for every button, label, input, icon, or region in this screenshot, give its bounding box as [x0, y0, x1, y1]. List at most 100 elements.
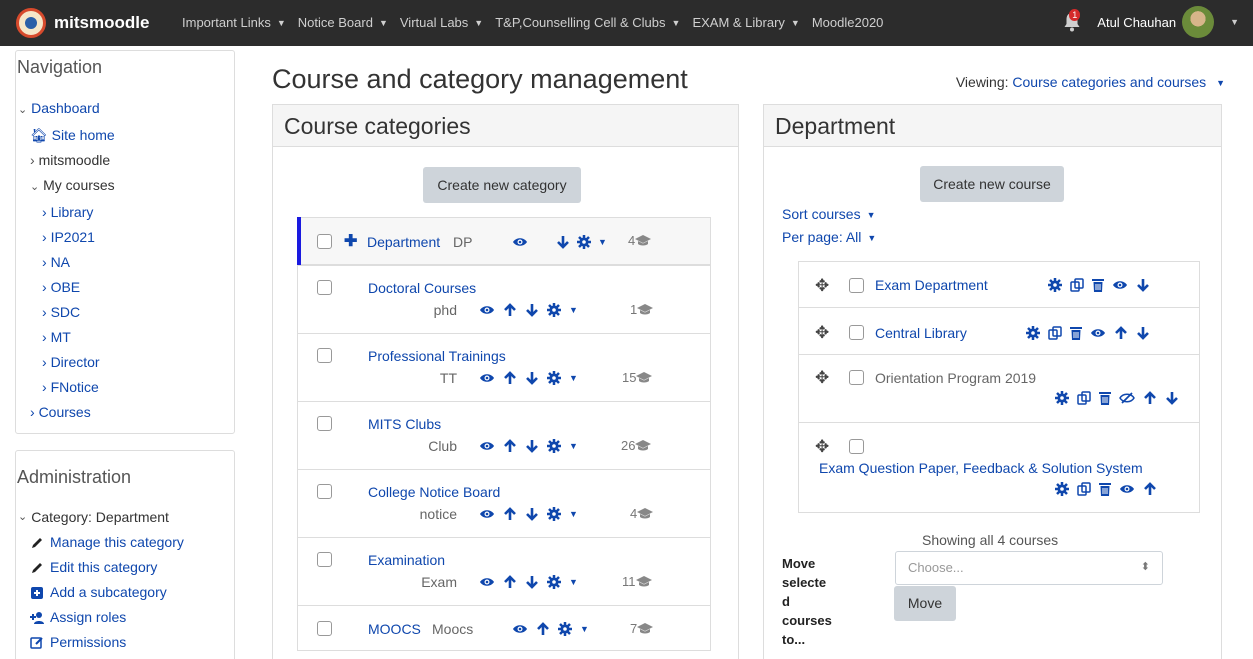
eye-icon[interactable]: [479, 508, 495, 520]
course-name-central-library[interactable]: Central Library: [875, 325, 967, 341]
arrow-down-icon[interactable]: [525, 303, 539, 317]
gear-icon[interactable]: [558, 622, 572, 636]
arrow-up-icon[interactable]: [503, 371, 517, 385]
course-checkbox[interactable]: [849, 439, 864, 454]
trash-icon[interactable]: [1099, 391, 1111, 405]
gear-icon[interactable]: [547, 507, 561, 521]
eye-icon[interactable]: [1119, 483, 1135, 495]
brand[interactable]: mitsmoodle: [16, 8, 149, 38]
expand-plus-icon[interactable]: ✚: [344, 231, 357, 251]
admin-assign-roles[interactable]: Assign roles: [50, 605, 126, 630]
gear-icon[interactable]: [1048, 278, 1062, 292]
caret-down-icon[interactable]: ▼: [569, 441, 578, 451]
arrow-up-icon[interactable]: [1143, 482, 1157, 496]
eye-icon[interactable]: [1090, 327, 1106, 339]
per-page-dropdown[interactable]: Per page: All ▼: [782, 229, 876, 245]
arrow-down-icon[interactable]: [525, 371, 539, 385]
nav-course-fnotice[interactable]: FNotice: [51, 379, 99, 395]
admin-permissions[interactable]: Permissions: [50, 630, 126, 655]
create-category-button[interactable]: Create new category: [423, 167, 581, 203]
menu-tp-clubs[interactable]: T&P,Counselling Cell & Clubs ▼: [495, 15, 680, 30]
arrow-down-icon[interactable]: [556, 235, 570, 249]
menu-moodle2020[interactable]: Moodle2020: [812, 15, 884, 30]
menu-notice-board[interactable]: Notice Board ▼: [298, 15, 388, 30]
move-handle-icon[interactable]: ✥: [815, 276, 829, 296]
eye-icon[interactable]: [512, 623, 528, 635]
user-name[interactable]: Atul Chauhan: [1097, 15, 1176, 30]
category-name[interactable]: Department: [367, 234, 440, 250]
nav-course-sdc[interactable]: SDC: [51, 304, 81, 320]
arrow-up-icon[interactable]: [503, 507, 517, 521]
menu-important-links[interactable]: Important Links ▼: [182, 15, 286, 30]
trash-icon[interactable]: [1070, 326, 1082, 340]
gear-icon[interactable]: [1026, 326, 1040, 340]
category-name-professional[interactable]: Professional Trainings: [368, 348, 506, 364]
trash-icon[interactable]: [1092, 278, 1104, 292]
nav-site-home[interactable]: Site home: [52, 127, 115, 143]
category-checkbox[interactable]: [317, 348, 332, 363]
notification-bell-icon[interactable]: 1: [1063, 9, 1083, 32]
nav-course-na[interactable]: NA: [51, 254, 70, 270]
copy-icon[interactable]: [1070, 278, 1084, 292]
user-menu[interactable]: 1 Atul Chauhan ▼: [1063, 6, 1239, 38]
category-name-doctoral[interactable]: Doctoral Courses: [368, 280, 476, 296]
course-checkbox[interactable]: [849, 370, 864, 385]
arrow-up-icon[interactable]: [1143, 391, 1157, 405]
gear-icon[interactable]: [547, 575, 561, 589]
caret-down-icon[interactable]: ▼: [569, 577, 578, 587]
course-name-orientation[interactable]: Orientation Program 2019: [875, 370, 1036, 386]
category-checkbox[interactable]: [317, 416, 332, 431]
arrow-down-icon[interactable]: [525, 507, 539, 521]
nav-courses[interactable]: Courses: [39, 404, 91, 420]
viewing-selector[interactable]: Viewing: Course categories and courses ▼: [956, 74, 1225, 90]
nav-course-director[interactable]: Director: [51, 354, 100, 370]
arrow-down-icon[interactable]: [1136, 326, 1150, 340]
caret-down-icon[interactable]: ▼: [580, 624, 589, 634]
arrow-down-icon[interactable]: [525, 439, 539, 453]
trash-icon[interactable]: [1099, 482, 1111, 496]
move-handle-icon[interactable]: ✥: [815, 368, 829, 388]
course-name-exam-department[interactable]: Exam Department: [875, 277, 988, 293]
nav-my-courses[interactable]: My courses: [43, 177, 115, 193]
gear-icon[interactable]: [547, 303, 561, 317]
menu-exam-library[interactable]: EXAM & Library ▼: [692, 15, 799, 30]
arrow-up-icon[interactable]: [503, 575, 517, 589]
admin-category[interactable]: Category: Department: [31, 505, 169, 530]
eye-icon[interactable]: [479, 576, 495, 588]
course-checkbox[interactable]: [849, 325, 864, 340]
viewing-value[interactable]: Course categories and courses: [1012, 74, 1206, 90]
copy-icon[interactable]: [1077, 482, 1091, 496]
user-avatar[interactable]: [1182, 6, 1215, 38]
admin-edit-category[interactable]: Edit this category: [50, 555, 157, 580]
category-checkbox[interactable]: [317, 234, 332, 249]
category-name-moocs[interactable]: MOOCS: [368, 621, 421, 637]
nav-course-ip2021[interactable]: IP2021: [51, 229, 95, 245]
nav-dashboard[interactable]: Dashboard: [31, 100, 100, 116]
eye-icon[interactable]: [1112, 279, 1128, 291]
user-caret-down-icon[interactable]: ▼: [1230, 17, 1239, 27]
create-course-button[interactable]: Create new course: [920, 166, 1064, 202]
brand-name[interactable]: mitsmoodle: [54, 13, 149, 33]
caret-down-icon[interactable]: ▼: [569, 373, 578, 383]
category-name-notice-board[interactable]: College Notice Board: [368, 484, 500, 500]
arrow-down-icon[interactable]: [1165, 391, 1179, 405]
gear-icon[interactable]: [1055, 482, 1069, 496]
category-name-examination[interactable]: Examination: [368, 552, 445, 568]
menu-virtual-labs[interactable]: Virtual Labs ▼: [400, 15, 483, 30]
arrow-up-icon[interactable]: [1114, 326, 1128, 340]
gear-icon[interactable]: [547, 439, 561, 453]
eye-icon[interactable]: [479, 304, 495, 316]
copy-icon[interactable]: [1077, 391, 1091, 405]
sort-courses-dropdown[interactable]: Sort courses ▼: [782, 206, 876, 222]
nav-mitsmoodle[interactable]: mitsmoodle: [39, 152, 111, 168]
arrow-up-icon[interactable]: [536, 622, 550, 636]
admin-manage-category[interactable]: Manage this category: [50, 530, 184, 555]
move-category-select[interactable]: Choose... ⬍: [895, 551, 1163, 585]
eye-slash-icon[interactable]: [1119, 392, 1135, 404]
copy-icon[interactable]: [1048, 326, 1062, 340]
eye-icon[interactable]: [479, 440, 495, 452]
arrow-up-icon[interactable]: [503, 303, 517, 317]
category-checkbox[interactable]: [317, 280, 332, 295]
gear-icon[interactable]: [547, 371, 561, 385]
course-checkbox[interactable]: [849, 278, 864, 293]
